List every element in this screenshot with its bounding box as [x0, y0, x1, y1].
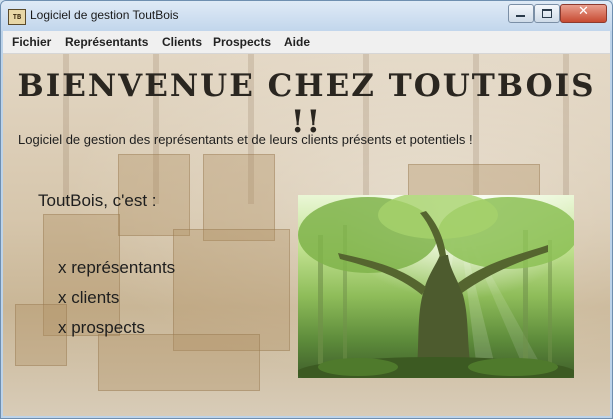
app-logo-icon: TB: [8, 9, 26, 25]
menu-bar: Fichier Représentants Clients Prospects …: [3, 31, 610, 54]
welcome-headline: BIENVENUE CHEZ TOUTBOIS !!: [17, 68, 596, 140]
tree-forest-image: [298, 195, 574, 378]
window-title: Logiciel de gestion ToutBois: [30, 8, 179, 22]
minimize-button[interactable]: [508, 4, 534, 23]
company-summary-heading: ToutBois, c'est :: [38, 191, 157, 210]
menu-prospects[interactable]: Prospects: [213, 35, 271, 49]
maximize-icon: [542, 9, 552, 18]
app-description: Logiciel de gestion des représentants et…: [18, 132, 473, 147]
maximize-button[interactable]: [534, 4, 560, 23]
title-bar[interactable]: TB Logiciel de gestion ToutBois ✕: [1, 1, 612, 31]
representatives-count: x représentants: [58, 258, 176, 277]
menu-clients[interactable]: Clients: [162, 35, 202, 49]
menu-aide[interactable]: Aide: [284, 35, 310, 49]
app-window: TB Logiciel de gestion ToutBois ✕ Fichie…: [0, 0, 613, 419]
close-button[interactable]: ✕: [560, 4, 607, 23]
tree-illustration: [298, 195, 574, 378]
close-icon: ✕: [578, 4, 589, 19]
minimize-icon: [516, 15, 525, 17]
menu-representants[interactable]: Représentants: [65, 35, 148, 49]
menu-fichier[interactable]: Fichier: [12, 35, 51, 49]
prospects-count: x prospects: [58, 318, 145, 337]
welcome-panel: BIENVENUE CHEZ TOUTBOIS !! Logiciel de g…: [3, 54, 610, 416]
clients-count: x clients: [58, 288, 120, 307]
